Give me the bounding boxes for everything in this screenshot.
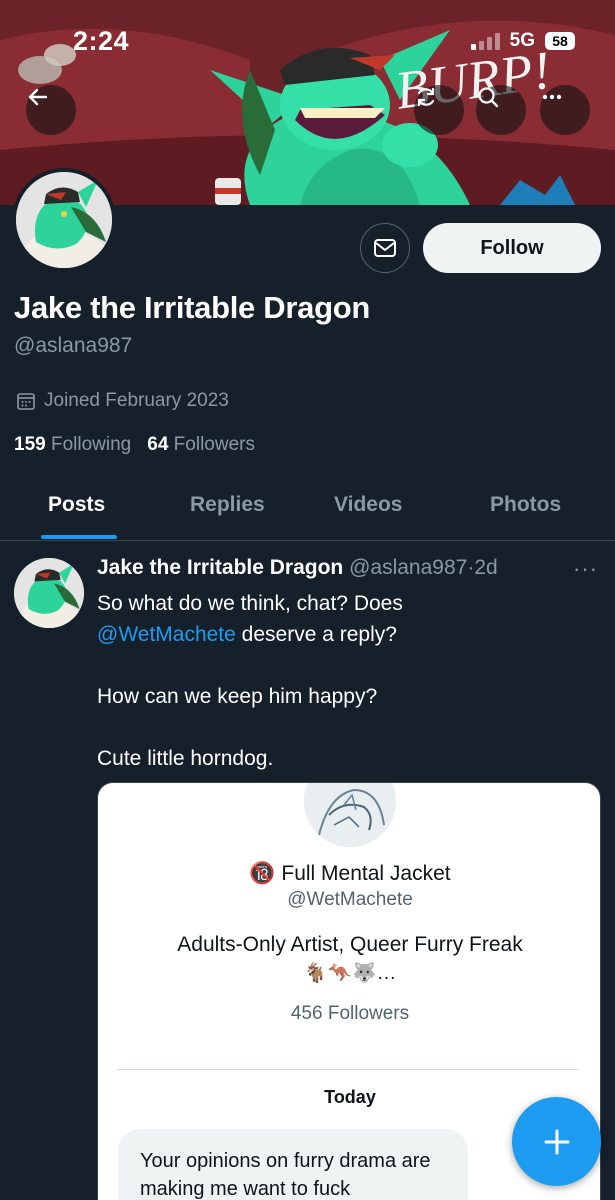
back-button[interactable]	[26, 85, 76, 135]
plus-icon	[544, 1129, 569, 1154]
post-author-name[interactable]: Jake the Irritable Dragon	[97, 556, 343, 579]
embed-avatar	[304, 783, 396, 847]
search-button[interactable]	[476, 85, 526, 135]
profile-banner[interactable]: BURP! 2:24 5G 58	[0, 0, 615, 205]
active-tab-indicator	[41, 535, 117, 539]
signal-icon	[470, 32, 500, 50]
profile-tabs: Posts Replies Videos Photos	[0, 480, 615, 541]
post-more-button[interactable]: ···	[573, 556, 598, 582]
battery-icon: 58	[545, 32, 575, 50]
adults-only-badge-icon: 🔞	[249, 862, 276, 885]
tab-photos[interactable]: Photos	[490, 493, 561, 517]
tab-posts[interactable]: Posts	[48, 493, 105, 517]
post-header: Jake the Irritable Dragon @aslana987·2d	[97, 556, 498, 580]
calendar-icon	[17, 393, 35, 410]
post-mention-link[interactable]: @WetMachete	[97, 623, 236, 646]
dragon-avatar-image	[14, 558, 84, 628]
joined-date: Joined February 2023	[16, 390, 229, 412]
followers-label: Followers	[173, 434, 255, 455]
post-age: 2d	[474, 556, 498, 579]
post-author-avatar[interactable]	[14, 558, 84, 628]
following-link[interactable]: 159 Following	[14, 434, 131, 456]
status-time: 2:24	[73, 26, 130, 56]
profile-avatar[interactable]	[12, 168, 116, 272]
embed-display-name: 🔞 Full Mental Jacket	[98, 862, 600, 886]
embed-message-bubble: Your opinions on furry drama are making …	[118, 1129, 468, 1200]
embed-bio-emojis: 🐐🦘🐺...	[303, 963, 397, 984]
message-button[interactable]	[360, 223, 410, 273]
following-count: 159	[14, 434, 46, 455]
embed-name-text: Full Mental Jacket	[281, 862, 451, 885]
embed-divider	[118, 1069, 578, 1070]
search-icon	[478, 87, 499, 108]
post-author-handle[interactable]: @aslana987	[349, 556, 467, 579]
refresh-icon	[417, 87, 435, 107]
post-paragraph-3: Cute little horndog.	[97, 747, 274, 770]
post-body: So what do we think, chat? Does @WetMache…	[97, 588, 597, 805]
embed-followers: 456 Followers	[290, 1003, 410, 1024]
following-label: Following	[50, 434, 132, 455]
dragon-avatar-image	[16, 172, 112, 268]
follow-stats: 159 Following 64 Followers	[14, 434, 255, 456]
embed-bio: Adults-Only Artist, Queer Furry Freak	[177, 933, 523, 956]
tab-replies[interactable]: Replies	[190, 493, 265, 517]
more-horizontal-icon	[542, 94, 562, 100]
post-line-1: So what do we think, chat? Does	[97, 592, 403, 615]
refresh-button[interactable]	[414, 85, 464, 135]
network-label: 5G	[509, 30, 535, 51]
arrow-left-icon	[28, 88, 48, 106]
status-indicators: 5G 58	[470, 30, 575, 52]
followers-link[interactable]: 64 Followers	[147, 434, 255, 456]
post-paragraph-2: How can we keep him happy?	[97, 685, 378, 708]
embed-date-separator: Today	[324, 1087, 376, 1107]
post-line-2: deserve a reply?	[235, 623, 397, 646]
envelope-icon	[374, 239, 396, 257]
embed-handle: @WetMachete	[287, 889, 413, 910]
profile-display-name: Jake the Irritable Dragon	[14, 290, 371, 325]
more-options-button[interactable]	[540, 85, 590, 135]
profile-handle: @aslana987	[14, 334, 133, 357]
joined-label: Joined February 2023	[44, 390, 229, 411]
followers-count: 64	[147, 434, 169, 455]
wolf-sketch-image	[304, 783, 396, 847]
compose-button[interactable]	[512, 1097, 601, 1186]
follow-button[interactable]: Follow	[423, 223, 601, 273]
tab-videos[interactable]: Videos	[334, 493, 402, 517]
